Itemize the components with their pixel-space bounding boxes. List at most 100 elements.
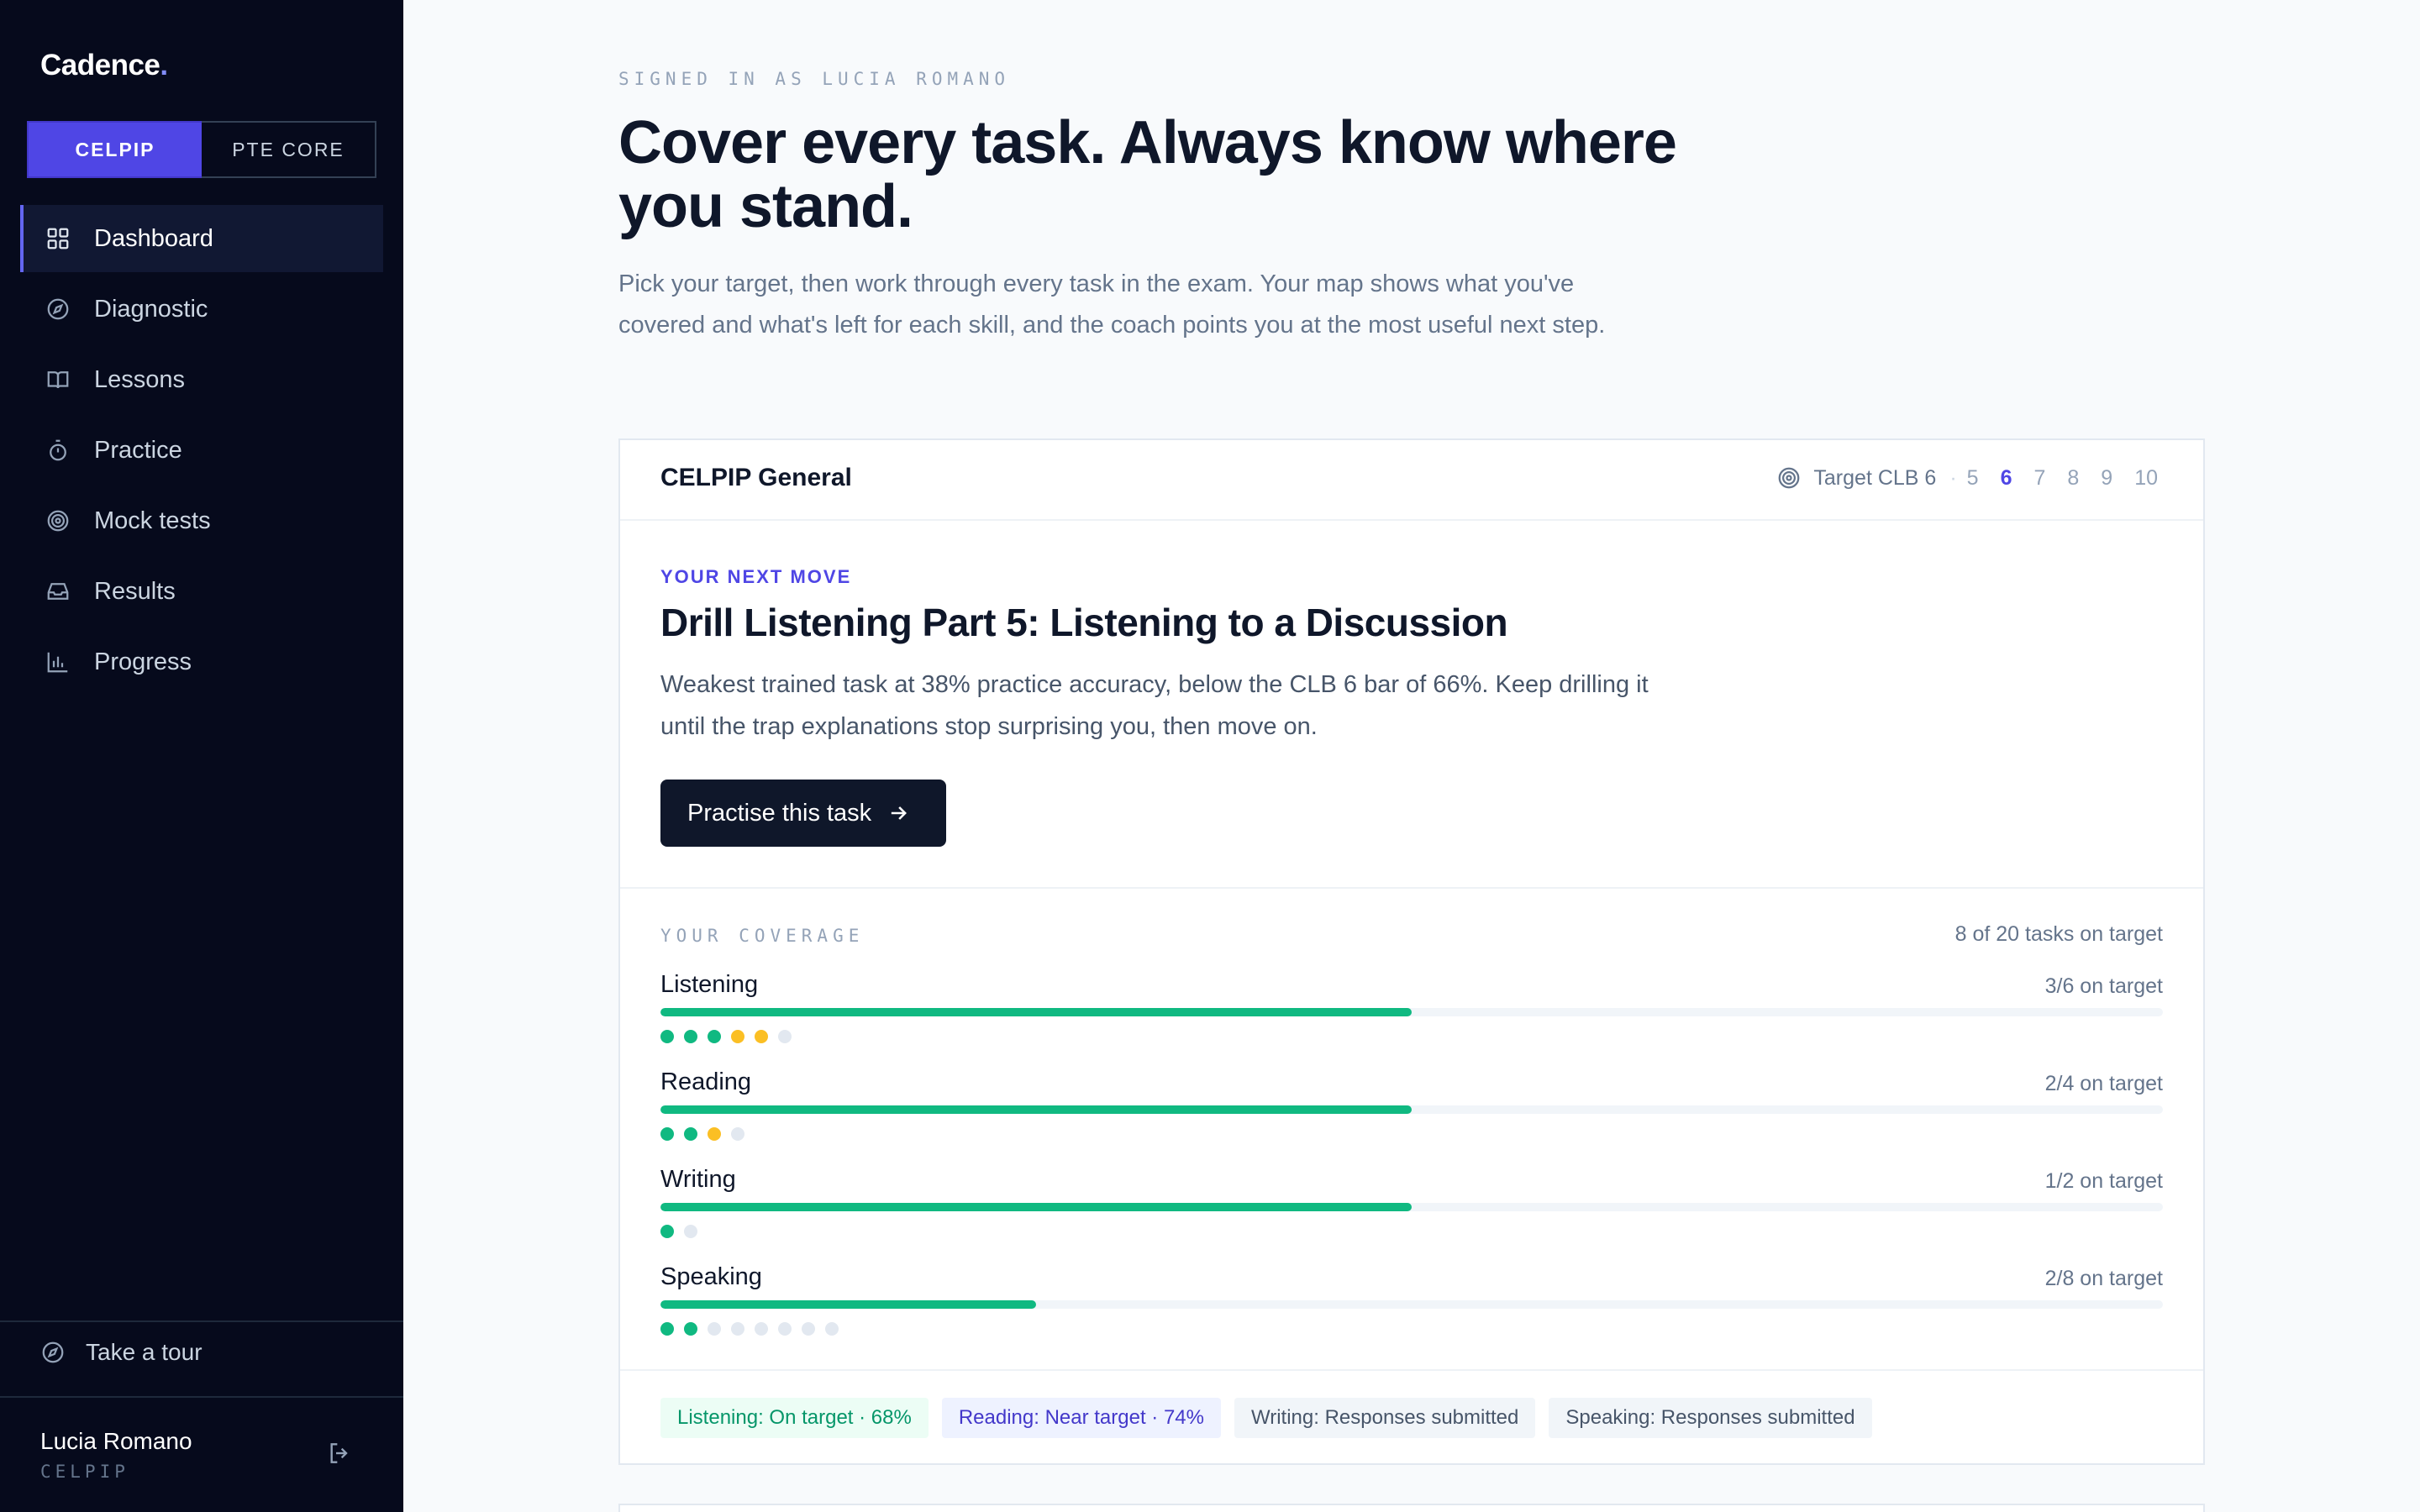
arrow-right-icon xyxy=(892,806,908,820)
task-dot xyxy=(778,1322,792,1336)
sidebar-item-lessons[interactable]: Lessons xyxy=(20,346,383,413)
skill-row-listening[interactable]: Listening 3/6 on target xyxy=(660,971,2163,1055)
status-chips: Listening: On target · 68% Reading: Near… xyxy=(660,1398,1886,1438)
grid-icon xyxy=(45,226,71,251)
page-intro: Pick your target, then work through ever… xyxy=(618,270,1606,339)
sidebar-item-results[interactable]: Results xyxy=(20,558,383,625)
card-title: CELPIP General xyxy=(660,464,852,491)
skill-stat: 3/6 on target xyxy=(2044,974,2163,998)
target-icon xyxy=(1779,467,1800,489)
target-separator: · xyxy=(1949,465,1957,490)
status-chip-listening: Listening: On target · 68% xyxy=(660,1398,929,1438)
skill-row-writing[interactable]: Writing 1/2 on target xyxy=(660,1166,2163,1250)
next-move-title: Drill Listening Part 5: Listening to a D… xyxy=(660,601,1508,644)
exam-toggle: CELPIP PTE CORE xyxy=(27,121,376,178)
next-card-edge xyxy=(618,1504,2205,1512)
exam-card: CELPIP General Target CLB 6 · 5 6 7 8 9 … xyxy=(618,438,2205,1465)
sidebar-item-progress[interactable]: Progress xyxy=(20,628,383,696)
user-exam: CELPIP xyxy=(40,1462,129,1482)
task-dots xyxy=(660,1322,849,1336)
sidebar-item-label: Results xyxy=(94,577,176,605)
sidebar-item-diagnostic[interactable]: Diagnostic xyxy=(20,276,383,343)
signed-in-label: SIGNED IN AS LUCIA ROMANO xyxy=(618,69,1011,89)
task-dots xyxy=(660,1030,802,1043)
logo-dot: . xyxy=(160,49,168,81)
sidebar: Cadence. CELPIP PTE CORE Dashboard Diagn… xyxy=(0,0,403,1512)
compass-icon xyxy=(45,297,71,322)
bar-chart-icon xyxy=(45,649,71,675)
task-dot xyxy=(708,1127,721,1141)
skill-progress-track xyxy=(660,1105,2163,1114)
skill-name: Reading xyxy=(660,1068,752,1095)
sidebar-item-practice[interactable]: Practice xyxy=(20,417,383,484)
book-icon xyxy=(45,367,71,392)
skill-progress-fill xyxy=(660,1008,1412,1016)
status-chip-writing: Writing: Responses submitted xyxy=(1234,1398,1536,1438)
logo-text: Cadence xyxy=(40,49,160,81)
user-name: Lucia Romano xyxy=(40,1428,192,1454)
practise-task-button[interactable]: Practise this task xyxy=(660,780,946,847)
stopwatch-icon xyxy=(45,438,71,463)
task-dot xyxy=(660,1225,674,1238)
task-dot xyxy=(708,1322,721,1336)
skill-progress-track xyxy=(660,1008,2163,1016)
sidebar-item-mock-tests[interactable]: Mock tests xyxy=(20,487,383,554)
clb-option-6[interactable]: 6 xyxy=(2001,466,2012,491)
sidebar-item-label: Practice xyxy=(94,436,182,464)
clb-option-7[interactable]: 7 xyxy=(2033,466,2045,491)
skill-row-reading[interactable]: Reading 2/4 on target xyxy=(660,1068,2163,1152)
skill-progress-fill xyxy=(660,1203,1412,1211)
task-dot xyxy=(660,1030,674,1043)
take-a-tour-link[interactable]: Take a tour xyxy=(40,1339,203,1366)
next-move-label: YOUR NEXT MOVE xyxy=(660,566,852,587)
card-divider xyxy=(620,887,2203,889)
coverage-label: YOUR COVERAGE xyxy=(660,926,865,946)
task-dots xyxy=(660,1225,708,1238)
sidebar-item-dashboard[interactable]: Dashboard xyxy=(20,205,383,272)
clb-option-8[interactable]: 8 xyxy=(2067,466,2079,491)
tour-label: Take a tour xyxy=(86,1339,203,1365)
task-dot xyxy=(731,1127,744,1141)
clb-option-5[interactable]: 5 xyxy=(1967,466,1979,491)
task-dot xyxy=(802,1322,815,1336)
skill-progress-track xyxy=(660,1300,2163,1309)
next-move-description: Weakest trained task at 38% practice acc… xyxy=(660,671,1649,740)
compass-icon xyxy=(40,1340,66,1365)
task-dots xyxy=(660,1127,755,1141)
skill-name: Speaking xyxy=(660,1263,762,1290)
app-logo[interactable]: Cadence. xyxy=(40,49,168,82)
skill-stat: 1/2 on target xyxy=(2044,1169,2163,1193)
skill-name: Listening xyxy=(660,971,759,998)
exam-option-pte-core[interactable]: PTE CORE xyxy=(202,121,376,178)
task-dot xyxy=(755,1030,768,1043)
sidebar-item-label: Lessons xyxy=(94,365,186,393)
clb-option-10[interactable]: 10 xyxy=(2134,466,2158,491)
task-dot xyxy=(825,1322,839,1336)
skill-row-speaking[interactable]: Speaking 2/8 on target xyxy=(660,1263,2163,1347)
target-selector: Target CLB 6 · 5 6 7 8 9 10 xyxy=(1776,465,2158,491)
sidebar-item-label: Diagnostic xyxy=(94,295,208,323)
task-dot xyxy=(660,1127,674,1141)
logout-icon[interactable] xyxy=(326,1440,353,1467)
skill-progress-fill xyxy=(660,1105,1412,1114)
task-dot xyxy=(708,1030,721,1043)
clb-option-9[interactable]: 9 xyxy=(2101,466,2112,491)
coverage-total: 8 of 20 tasks on target xyxy=(1954,922,2163,946)
sidebar-nav: Dashboard Diagnostic Lessons Practice Mo… xyxy=(20,205,383,699)
status-chip-speaking: Speaking: Responses submitted xyxy=(1549,1398,1872,1438)
sidebar-item-label: Progress xyxy=(94,648,192,675)
task-dot xyxy=(684,1322,697,1336)
sidebar-divider xyxy=(0,1320,403,1322)
card-header: CELPIP General Target CLB 6 · 5 6 7 8 9 … xyxy=(620,440,2203,521)
target-icon xyxy=(45,508,71,533)
target-label: Target CLB 6 xyxy=(1813,465,1937,490)
practise-task-label: Practise this task xyxy=(687,799,872,827)
exam-option-celpip[interactable]: CELPIP xyxy=(29,123,202,176)
task-dot xyxy=(660,1322,674,1336)
status-chip-reading: Reading: Near target · 74% xyxy=(941,1398,1221,1438)
skill-progress-track xyxy=(660,1203,2163,1211)
card-divider xyxy=(620,1369,2203,1371)
task-dot xyxy=(684,1127,697,1141)
skill-stat: 2/8 on target xyxy=(2044,1267,2163,1290)
page-title: Cover every task. Always know where you … xyxy=(618,109,1677,240)
